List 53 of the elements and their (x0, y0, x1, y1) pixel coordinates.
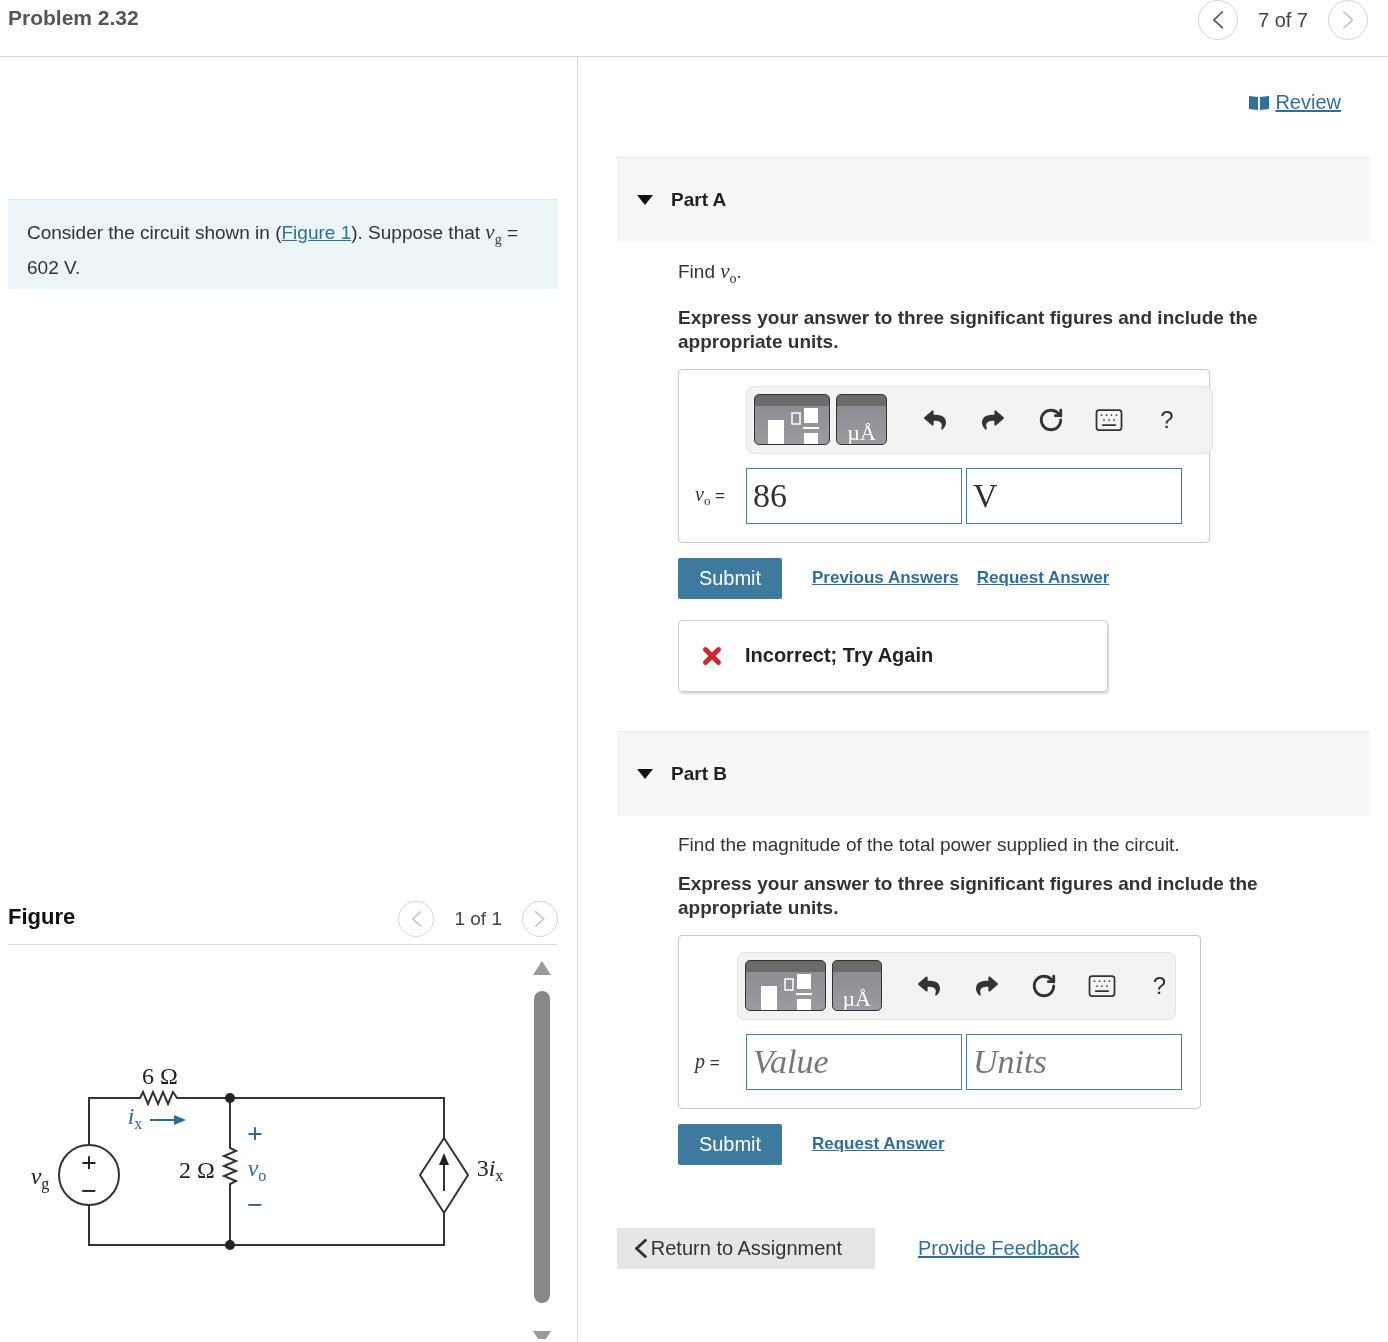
caret-icon[interactable] (637, 768, 653, 779)
chevron-right-icon (535, 911, 545, 927)
units-button[interactable]: µÅ (831, 960, 882, 1012)
value-field[interactable]: 86 (746, 467, 962, 524)
problem-statement: Consider the circuit shown in (Figure 1). Suppose that v$_{g}$ = 602 V. (27, 219, 520, 280)
feedback-link[interactable]: Provide Feedback (918, 1236, 1080, 1260)
chevron-left-icon (1212, 11, 1224, 29)
chevron-right-icon (1342, 11, 1354, 29)
figure-link[interactable]: Figure 1 (281, 222, 352, 243)
answer-link[interactable]: Request Answer (812, 1134, 945, 1155)
polarity-label: − (247, 1191, 263, 1219)
voltage-label: v$_{g}$ (30, 1163, 50, 1193)
voltage-label: v$_{o}$ (247, 1155, 267, 1185)
question-text: Find the magnitude of the total power supplied in the circuit. (678, 832, 1180, 857)
resistance-label: 6 Ω (142, 1064, 178, 1088)
figure-title: Figure (8, 904, 76, 930)
instruction-text: Express your answer to three significant figures and include the appropriate units. (678, 305, 1259, 354)
answer-label: p = (695, 1050, 721, 1074)
feedback-text: Incorrect; Try Again (745, 644, 934, 668)
review-link[interactable]: Review (1249, 90, 1341, 114)
scrollbar[interactable] (532, 959, 552, 1339)
units-field[interactable]: Units (966, 1033, 1182, 1090)
answer-link[interactable]: Request Answer (976, 568, 1110, 589)
question-text: Find v$_{o}$. (678, 259, 742, 288)
value-field[interactable]: Value (746, 1033, 962, 1090)
part-title: Part A (671, 189, 727, 211)
previous-button[interactable] (1197, 0, 1238, 40)
units-field[interactable]: V (966, 467, 1182, 524)
source-label: 3i$_{x}$ (476, 1155, 504, 1185)
polarity-label: + (81, 1149, 97, 1177)
template-button[interactable] (745, 960, 826, 1012)
polarity-label: − (81, 1177, 97, 1205)
chevron-left-icon (411, 911, 422, 927)
return-button[interactable]: Return to Assignment (617, 1227, 875, 1269)
book-icon (1249, 94, 1270, 110)
answer-label: v$_{o}$ = (695, 482, 727, 509)
current-label: i$_{x}$ (127, 1103, 143, 1133)
caret-icon[interactable] (637, 195, 653, 205)
help-button[interactable]: ? (1143, 971, 1176, 1000)
answer-link[interactable]: Previous Answers (812, 568, 959, 589)
page-counter: 1 of 1 (454, 908, 502, 930)
part-title: Part B (671, 762, 727, 785)
resistance-label: 2 Ω (179, 1158, 215, 1182)
instruction-text: Express your answer to three significant figures and include the appropriate units. (678, 871, 1259, 920)
units-button[interactable]: µÅ (836, 394, 887, 446)
polarity-label: + (247, 1120, 263, 1148)
help-button[interactable]: ? (1151, 405, 1183, 434)
problem-title: Problem 2.32 (8, 6, 139, 30)
chevron-left-icon (635, 1238, 647, 1258)
page-counter: 7 of 7 (1257, 8, 1308, 32)
submit-button[interactable]: Submit (678, 1123, 782, 1165)
submit-button[interactable]: Submit (678, 557, 782, 599)
template-button[interactable] (754, 394, 830, 446)
